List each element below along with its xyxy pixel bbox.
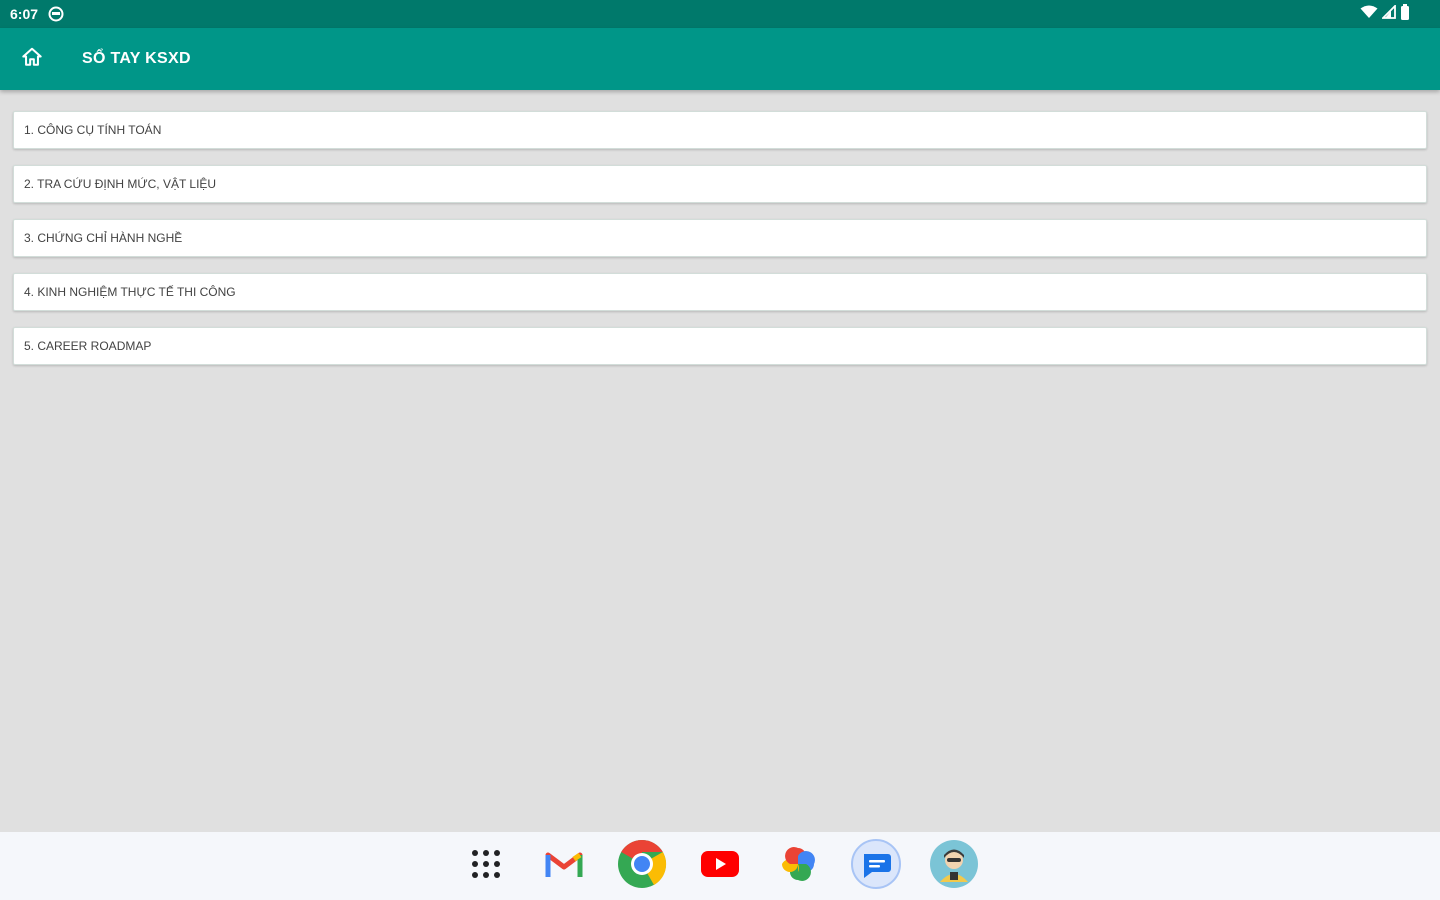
messages-icon [850, 838, 902, 895]
signal-icon [1380, 3, 1396, 24]
assistant-app[interactable] [928, 838, 980, 895]
menu-item-construction-experience[interactable]: 4. KINH NGHIỆM THỰC TẾ THI CÔNG [13, 273, 1427, 311]
menu-list: 1. CÔNG CỤ TÍNH TOÁN 2. TRA CỨU ĐỊNH MỨC… [13, 111, 1427, 381]
youtube-icon [700, 849, 740, 884]
photos-icon [778, 844, 818, 889]
gmail-icon [545, 849, 583, 884]
notification-icon [48, 6, 64, 22]
photos-app[interactable] [772, 840, 824, 892]
youtube-app[interactable] [694, 840, 746, 892]
chrome-icon [617, 839, 667, 894]
gmail-app[interactable] [538, 840, 590, 892]
app-bar: SỔ TAY KSXD [0, 28, 1440, 90]
status-bar: 6:07 [0, 0, 1440, 28]
menu-item-career-roadmap[interactable]: 5. CAREER ROADMAP [13, 327, 1427, 365]
page-title: SỔ TAY KSXD [82, 50, 191, 67]
battery-icon [1400, 3, 1410, 25]
menu-item-norms-materials[interactable]: 2. TRA CỨU ĐỊNH MỨC, VẬT LIỆU [13, 165, 1427, 203]
wifi-icon [1360, 5, 1378, 24]
status-icons [1360, 3, 1430, 25]
menu-item-practice-certificate[interactable]: 3. CHỨNG CHỈ HÀNH NGHỀ [13, 219, 1427, 257]
messages-app[interactable] [850, 838, 902, 895]
app-drawer-button[interactable] [460, 840, 512, 892]
assistant-app-icon [928, 838, 980, 895]
status-time: 6:07 [10, 6, 39, 22]
menu-item-calculation-tools[interactable]: 1. CÔNG CỤ TÍNH TOÁN [13, 111, 1427, 149]
home-button[interactable] [12, 39, 52, 79]
app-drawer-icon [470, 848, 502, 885]
taskbar [0, 832, 1440, 900]
home-icon [21, 46, 43, 73]
chrome-app[interactable] [616, 839, 668, 894]
